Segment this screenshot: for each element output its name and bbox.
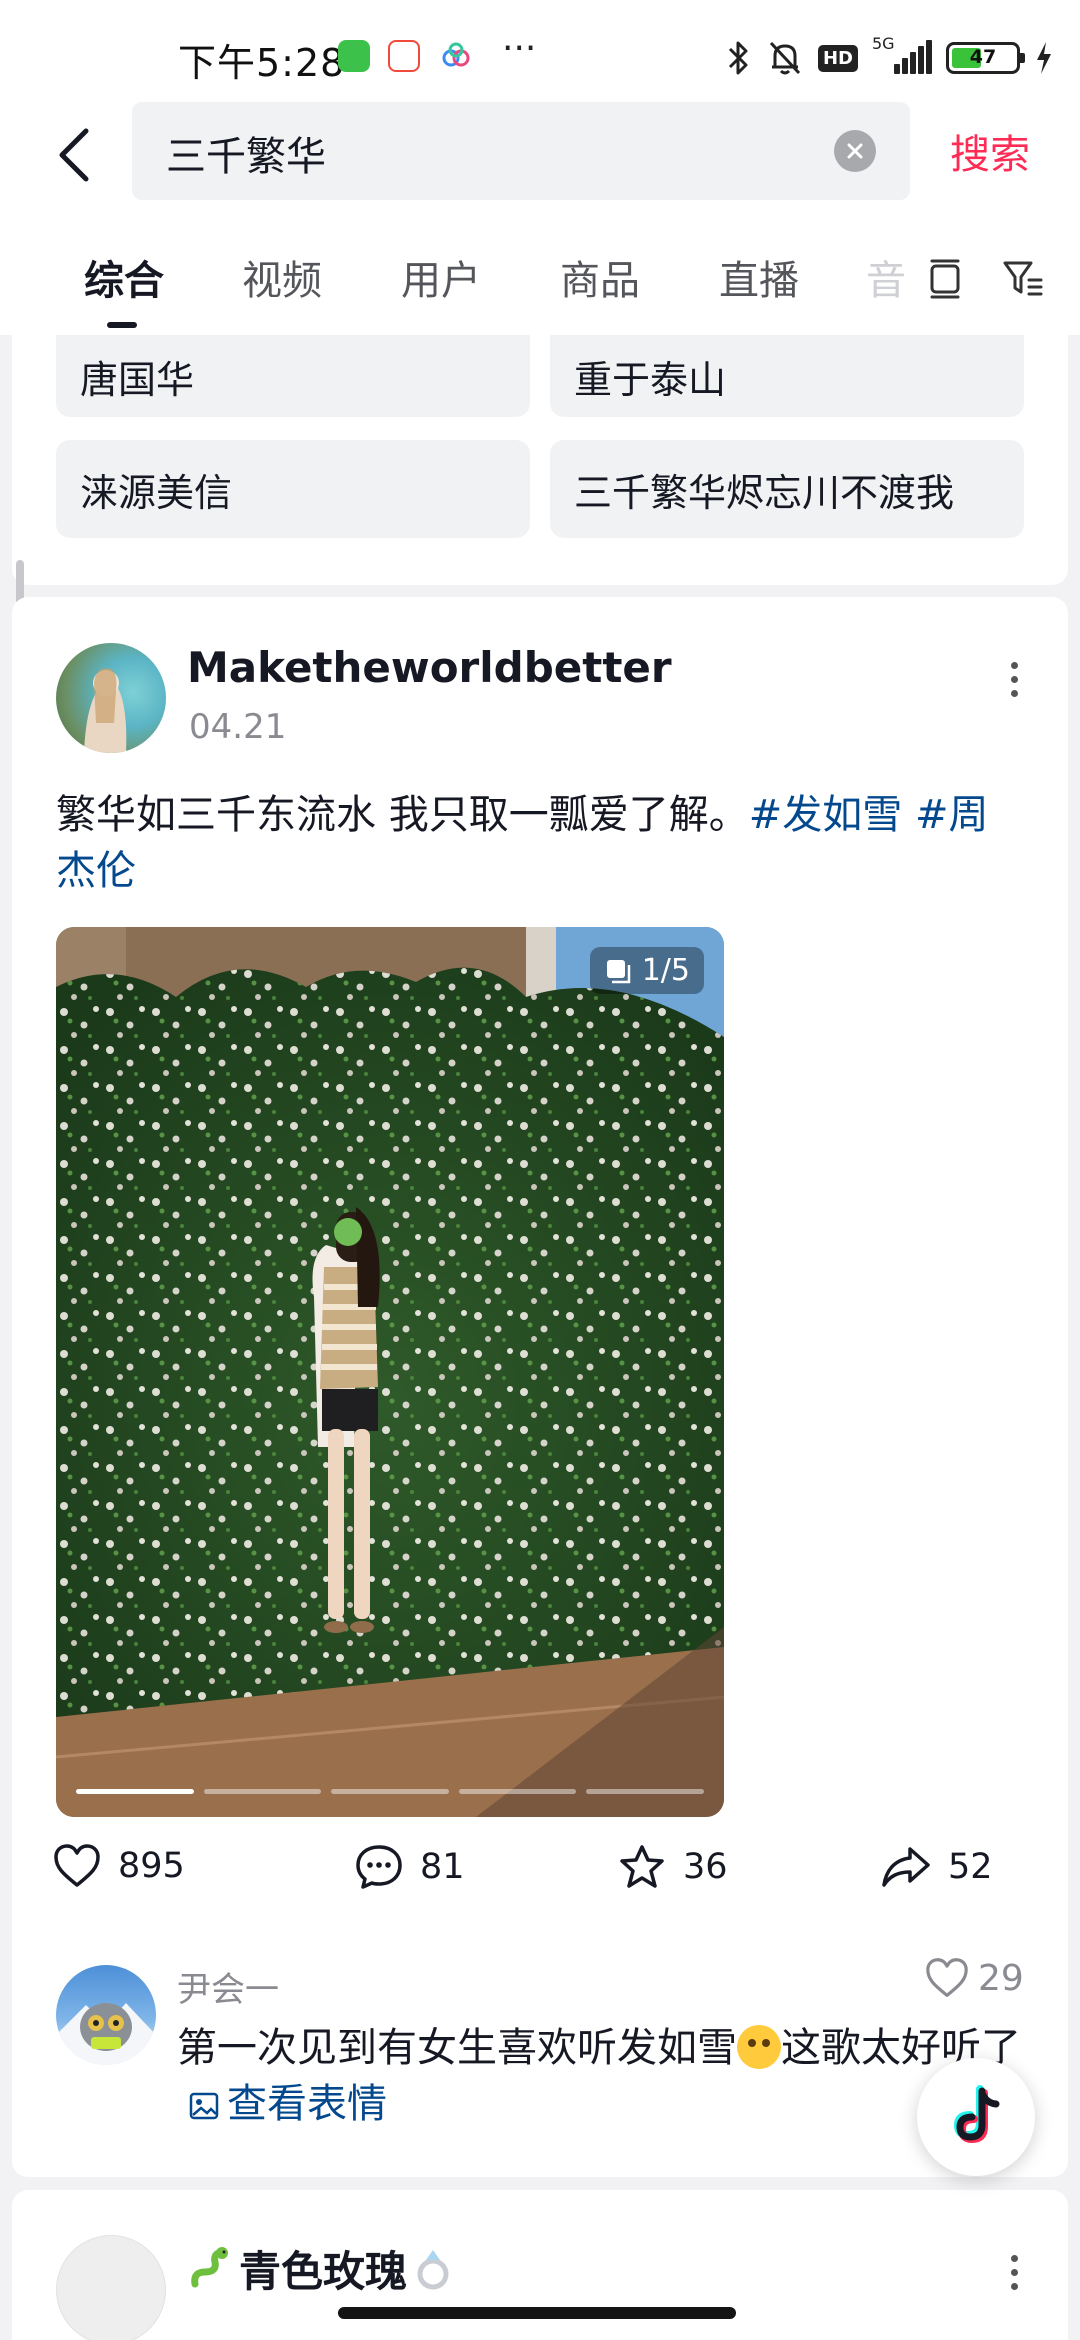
image-counter-text: 1/5 bbox=[641, 953, 690, 988]
comment-icon bbox=[356, 1845, 402, 1889]
status-bar: 下午5:28 ··· HD 5G 47 bbox=[0, 0, 1080, 100]
related-search-chip[interactable]: 涞源美信 bbox=[56, 440, 530, 538]
hashtag-link[interactable]: #发如雪 bbox=[749, 792, 903, 838]
comment-text: 第一次见到有女生喜欢听发如雪 这歌太好听了查看表情 bbox=[177, 2020, 1037, 2132]
crying-face-emoji bbox=[737, 2025, 781, 2069]
share-icon bbox=[882, 1847, 930, 1887]
snake-emoji bbox=[191, 2246, 228, 2287]
signal-icon: 5G bbox=[872, 34, 932, 76]
page-dot bbox=[203, 1789, 322, 1794]
tab-music[interactable]: 音 bbox=[866, 248, 926, 308]
star-icon bbox=[620, 1845, 664, 1888]
search-input[interactable]: 三千繁华 bbox=[132, 102, 910, 200]
active-tab-indicator bbox=[107, 322, 137, 328]
share-button[interactable]: 52 bbox=[880, 1843, 993, 1891]
clear-search-button[interactable] bbox=[834, 130, 876, 172]
share-count: 52 bbox=[948, 1847, 993, 1887]
layout-toggle-button[interactable] bbox=[920, 248, 970, 308]
cloud-app-icon bbox=[440, 40, 472, 72]
comment-text-part: 第一次见到有女生喜欢听发如雪 bbox=[177, 2025, 737, 2071]
comment-count: 81 bbox=[420, 1847, 465, 1887]
view-stickers-link[interactable]: 查看表情 bbox=[177, 2081, 387, 2127]
post-photo bbox=[56, 927, 724, 1817]
next-post-author[interactable]: 青色玫瑰 bbox=[187, 2238, 453, 2299]
view-stickers-label: 查看表情 bbox=[227, 2081, 387, 2127]
home-indicator[interactable] bbox=[338, 2307, 736, 2319]
tab-products[interactable]: 商品 bbox=[560, 248, 640, 306]
favorite-count: 36 bbox=[683, 1847, 728, 1887]
post-author-name[interactable]: Maketheworldbetter bbox=[187, 643, 672, 692]
search-header: 三千繁华 搜索 bbox=[0, 100, 1080, 230]
close-icon bbox=[847, 143, 863, 159]
battery-percent: 47 bbox=[969, 46, 997, 68]
like-count: 895 bbox=[118, 1846, 185, 1886]
heart-icon bbox=[54, 1844, 100, 1887]
post-card[interactable]: Maketheworldbetter 04.21 繁华如三千东流水 我只取一瓢爱… bbox=[12, 597, 1068, 2177]
search-button[interactable]: 搜索 bbox=[950, 122, 1030, 180]
related-searches: 唐国华 重于泰山 涞源美信 三千繁华烬忘川不渡我 bbox=[12, 335, 1068, 585]
page-dot bbox=[331, 1789, 449, 1794]
tab-video[interactable]: 视频 bbox=[242, 248, 322, 306]
post-actions: 895 81 36 52 bbox=[12, 1837, 1068, 1907]
post-more-button[interactable] bbox=[994, 649, 1034, 709]
page-dot bbox=[586, 1789, 704, 1794]
hd-icon: HD bbox=[817, 44, 858, 72]
post-date: 04.21 bbox=[189, 707, 287, 747]
app-notification-icon bbox=[338, 40, 370, 72]
commenter-avatar[interactable] bbox=[56, 1965, 156, 2065]
battery-icon: 47 bbox=[946, 42, 1025, 74]
back-button[interactable] bbox=[44, 120, 104, 190]
related-search-chip[interactable]: 三千繁华烬忘川不渡我 bbox=[550, 440, 1024, 538]
more-notifications-icon: ··· bbox=[502, 28, 537, 69]
charging-icon bbox=[1034, 40, 1054, 76]
image-icon bbox=[189, 2092, 219, 2120]
chevron-left-icon bbox=[59, 128, 89, 182]
commenter-name[interactable]: 尹会一 bbox=[177, 1962, 279, 2011]
floating-douyin-button[interactable] bbox=[917, 2058, 1035, 2176]
network-type: 5G bbox=[872, 34, 895, 53]
author-avatar[interactable] bbox=[56, 643, 166, 753]
gallery-icon bbox=[606, 959, 630, 983]
image-pagination bbox=[76, 1789, 704, 1795]
heart-icon bbox=[926, 1958, 968, 1997]
douyin-logo-icon bbox=[953, 2085, 1000, 2144]
related-search-chip[interactable]: 唐国华 bbox=[56, 335, 530, 417]
post-image[interactable]: 1/5 bbox=[56, 927, 724, 1817]
comment-button[interactable]: 81 bbox=[354, 1843, 465, 1891]
tab-users[interactable]: 用户 bbox=[401, 248, 481, 306]
ring-emoji bbox=[417, 2249, 449, 2289]
tab-live[interactable]: 直播 bbox=[719, 248, 799, 306]
search-tabs: 综合 视频 用户 商品 直播 音 bbox=[0, 230, 1080, 335]
bluetooth-icon bbox=[724, 38, 752, 78]
search-query: 三千繁华 bbox=[166, 134, 326, 180]
next-post-more-button[interactable] bbox=[994, 2242, 1034, 2302]
tab-comprehensive[interactable]: 综合 bbox=[84, 248, 164, 306]
next-author-avatar[interactable] bbox=[56, 2235, 166, 2340]
layout-icon bbox=[930, 259, 960, 299]
mute-bell-icon bbox=[766, 38, 804, 78]
page-dot bbox=[458, 1789, 577, 1794]
comment-like-count: 29 bbox=[978, 1957, 1024, 1999]
page-dot bbox=[76, 1789, 194, 1794]
filter-icon bbox=[1003, 261, 1043, 296]
favorite-button[interactable]: 36 bbox=[617, 1843, 728, 1891]
related-search-chip[interactable]: 重于泰山 bbox=[550, 335, 1024, 417]
filter-button[interactable] bbox=[998, 248, 1048, 308]
caption-text: 繁华如三千东流水 我只取一瓢爱了解。 bbox=[56, 792, 749, 838]
image-counter: 1/5 bbox=[589, 947, 704, 994]
status-time: 下午5:28 bbox=[178, 41, 346, 85]
post-caption: 繁华如三千东流水 我只取一瓢爱了解。#发如雪 #周杰伦 bbox=[56, 787, 1026, 899]
58-app-icon bbox=[388, 40, 420, 72]
like-button[interactable]: 895 bbox=[52, 1843, 185, 1889]
comment-like-button[interactable]: 29 bbox=[924, 1957, 1024, 1999]
next-post-author-name: 青色玫瑰 bbox=[239, 2247, 408, 2296]
